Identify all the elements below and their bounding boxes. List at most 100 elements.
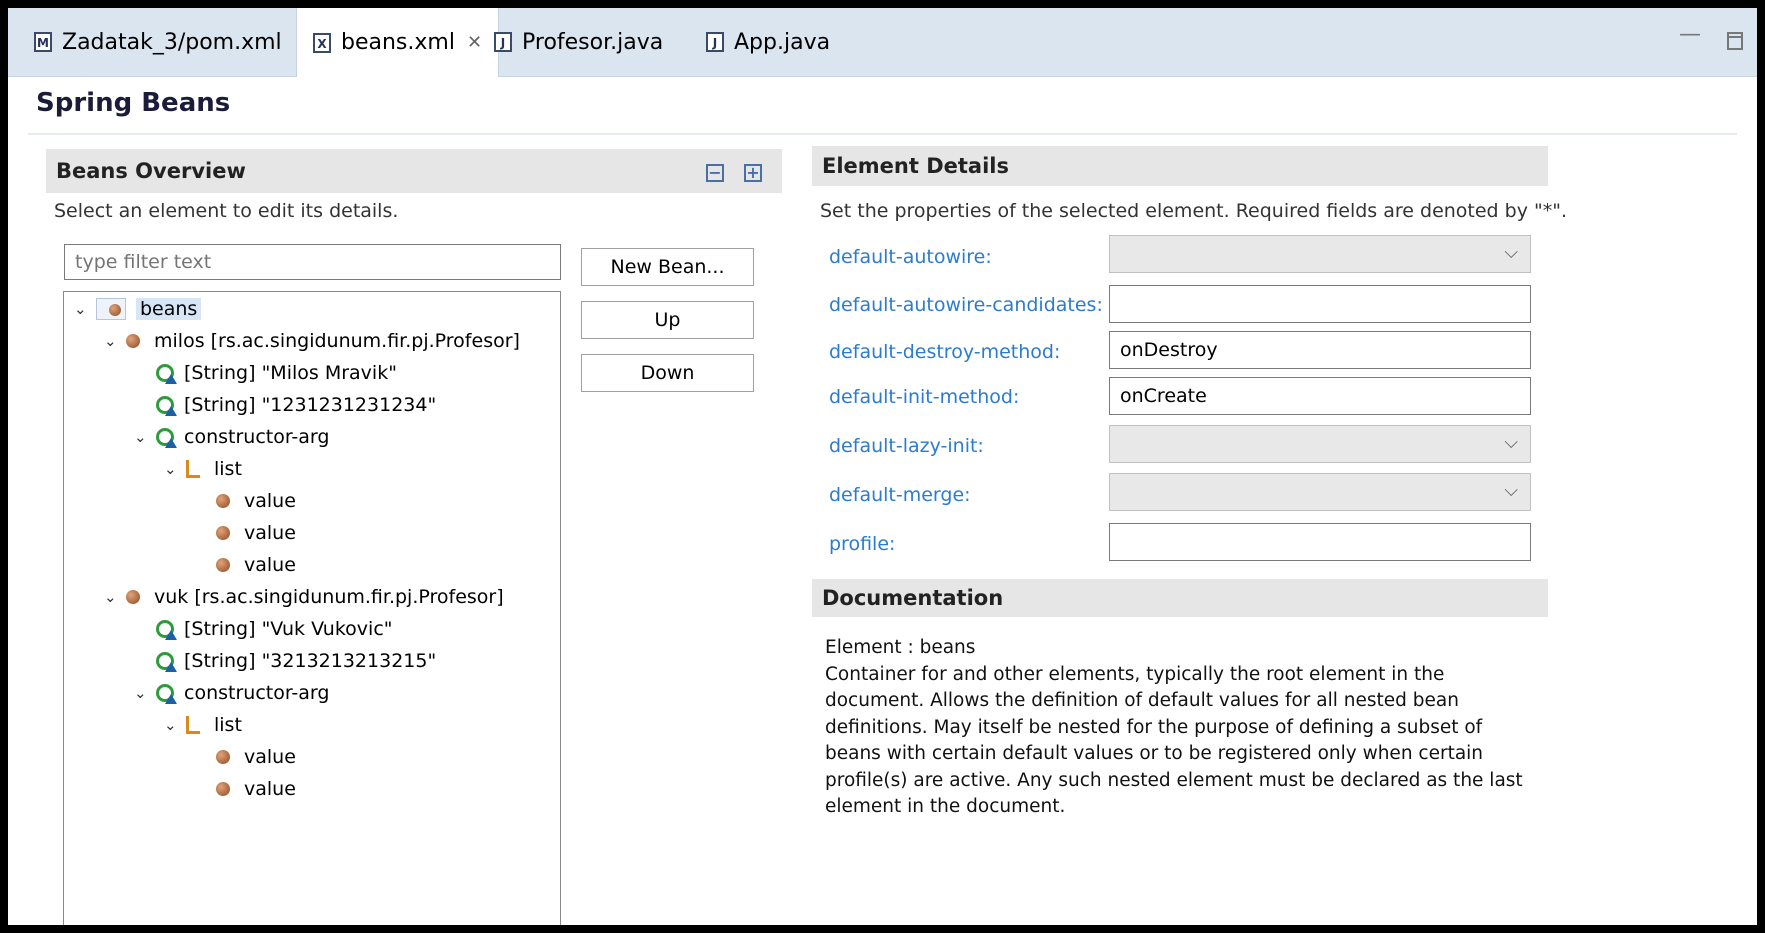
- tree-node[interactable]: value: [194, 550, 296, 580]
- filter-input[interactable]: [64, 244, 561, 280]
- bean-icon: [216, 558, 230, 572]
- editor-window: M Zadatak_3/pom.xml X beans.xml ✕ J Prof…: [8, 8, 1757, 925]
- default-autowire-candidates-label[interactable]: default-autowire-candidates:: [829, 294, 1103, 316]
- list-icon: [186, 460, 200, 478]
- tree-node-label: [String] "Milos Mravik": [184, 362, 397, 384]
- section-title: Documentation: [822, 586, 1004, 610]
- chevron-down-icon[interactable]: ⌄: [134, 428, 148, 446]
- constructor-arg-icon: [156, 428, 177, 448]
- java-file-icon: J: [706, 32, 724, 52]
- beans-overview-header: Beans Overview: [46, 149, 782, 193]
- documentation-header: Documentation: [812, 579, 1548, 617]
- tab-pom-xml[interactable]: M Zadatak_3/pom.xml: [34, 8, 282, 76]
- tab-label: Zadatak_3/pom.xml: [62, 29, 282, 55]
- tab-label: beans.xml: [341, 30, 455, 55]
- tree-node-label: beans: [136, 298, 202, 320]
- default-autowire-label[interactable]: default-autowire:: [829, 246, 992, 268]
- default-merge-select[interactable]: ⌵: [1109, 473, 1531, 511]
- default-lazy-init-select[interactable]: ⌵: [1109, 425, 1531, 463]
- tree-node[interactable]: value: [194, 742, 296, 772]
- expand-all-icon[interactable]: +: [744, 164, 762, 182]
- tab-profesor-java[interactable]: J Profesor.java: [494, 8, 663, 76]
- maven-pom-icon: M: [34, 32, 52, 52]
- tree-node[interactable]: value: [194, 774, 296, 804]
- tree-node-label: constructor-arg: [184, 426, 330, 448]
- tree-node[interactable]: ⌄ constructor-arg: [134, 678, 329, 708]
- tree-node[interactable]: [String] "3213213213215": [134, 646, 436, 676]
- default-autowire-select[interactable]: ⌵: [1109, 235, 1531, 273]
- constructor-arg-icon: [156, 652, 177, 672]
- tree-node-label: [String] "1231231231234": [184, 394, 437, 416]
- chevron-down-icon[interactable]: ⌄: [104, 332, 118, 350]
- tree-node-label: value: [244, 554, 296, 576]
- constructor-arg-icon: [156, 364, 177, 384]
- default-lazy-init-label[interactable]: default-lazy-init:: [829, 435, 984, 457]
- minimize-icon[interactable]: —: [1679, 22, 1701, 47]
- tree-node-label: list: [214, 714, 242, 736]
- close-icon[interactable]: ✕: [467, 32, 482, 53]
- chevron-down-icon[interactable]: ⌄: [134, 684, 148, 702]
- default-init-method-input[interactable]: onCreate: [1109, 377, 1531, 415]
- tree-node-label: list: [214, 458, 242, 480]
- tab-app-java[interactable]: J App.java: [706, 8, 830, 76]
- tree-node[interactable]: [String] "Milos Mravik": [134, 358, 397, 388]
- maximize-icon[interactable]: [1727, 32, 1743, 50]
- profile-input[interactable]: [1109, 523, 1531, 561]
- bean-icon: [216, 782, 230, 796]
- xml-file-icon: X: [313, 32, 331, 53]
- default-autowire-candidates-input[interactable]: [1109, 285, 1531, 323]
- new-bean-button[interactable]: New Bean...: [581, 248, 754, 286]
- tree-node-label: vuk [rs.ac.singidunum.fir.pj.Profesor]: [154, 586, 504, 608]
- down-button[interactable]: Down: [581, 354, 754, 392]
- tree-node[interactable]: value: [194, 486, 296, 516]
- java-file-icon: J: [494, 32, 512, 52]
- constructor-arg-icon: [156, 620, 177, 640]
- tab-beans-xml[interactable]: X beans.xml ✕: [296, 8, 500, 77]
- tree-node-label: value: [244, 522, 296, 544]
- beans-tree[interactable]: ⌄ beans ⌄ milos [rs.ac.singidunum.fir.pj.Pr…: [63, 291, 561, 925]
- tab-label: App.java: [734, 29, 831, 55]
- tree-node[interactable]: ⌄ milos [rs.ac.singidunum.fir.pj.Profesor…: [104, 326, 520, 356]
- overview-description: Select an element to edit its details.: [54, 200, 399, 222]
- bean-icon: [126, 334, 140, 348]
- tree-node[interactable]: value: [194, 518, 296, 548]
- chevron-down-icon[interactable]: ⌄: [164, 460, 178, 478]
- page-title: Spring Beans: [36, 88, 231, 118]
- default-init-method-label[interactable]: default-init-method:: [829, 386, 1019, 408]
- chevron-down-icon[interactable]: ⌄: [104, 588, 118, 606]
- tree-node[interactable]: [String] "Vuk Vukovic": [134, 614, 393, 644]
- element-details-header: Element Details: [812, 146, 1548, 186]
- constructor-arg-icon: [156, 684, 177, 704]
- list-icon: [186, 716, 200, 734]
- default-destroy-method-input[interactable]: onDestroy: [1109, 331, 1531, 369]
- default-merge-label[interactable]: default-merge:: [829, 484, 971, 506]
- documentation-text: Element : beans Container for and other …: [825, 635, 1525, 821]
- editor-tab-bar: M Zadatak_3/pom.xml X beans.xml ✕ J Prof…: [8, 8, 1757, 77]
- bean-icon: [216, 526, 230, 540]
- tree-node[interactable]: ⌄ list: [164, 454, 242, 484]
- tree-node-label: [String] "3213213213215": [184, 650, 437, 672]
- bean-icon: [126, 590, 140, 604]
- tree-node-label: milos [rs.ac.singidunum.fir.pj.Profesor]: [154, 330, 520, 352]
- chevron-down-icon[interactable]: ⌄: [74, 300, 88, 318]
- bean-icon: [216, 494, 230, 508]
- tree-node[interactable]: ⌄ vuk [rs.ac.singidunum.fir.pj.Profesor]: [104, 582, 504, 612]
- chevron-down-icon: ⌵: [1504, 432, 1518, 453]
- tree-node[interactable]: ⌄ list: [164, 710, 242, 740]
- beans-icon: [96, 298, 126, 320]
- tree-node[interactable]: ⌄ beans: [74, 294, 202, 324]
- tab-label: Profesor.java: [522, 29, 664, 55]
- tree-node-label: value: [244, 746, 296, 768]
- profile-label[interactable]: profile:: [829, 533, 895, 555]
- bean-icon: [216, 750, 230, 764]
- constructor-arg-icon: [156, 396, 177, 416]
- chevron-down-icon[interactable]: ⌄: [164, 716, 178, 734]
- default-destroy-method-label[interactable]: default-destroy-method:: [829, 341, 1060, 363]
- chevron-down-icon: ⌵: [1504, 242, 1518, 263]
- up-button[interactable]: Up: [581, 301, 754, 339]
- collapse-all-icon[interactable]: −: [706, 164, 724, 182]
- tree-node-label: constructor-arg: [184, 682, 330, 704]
- tree-node[interactable]: ⌄ constructor-arg: [134, 422, 329, 452]
- tree-node[interactable]: [String] "1231231231234": [134, 390, 436, 420]
- tree-node-label: value: [244, 778, 296, 800]
